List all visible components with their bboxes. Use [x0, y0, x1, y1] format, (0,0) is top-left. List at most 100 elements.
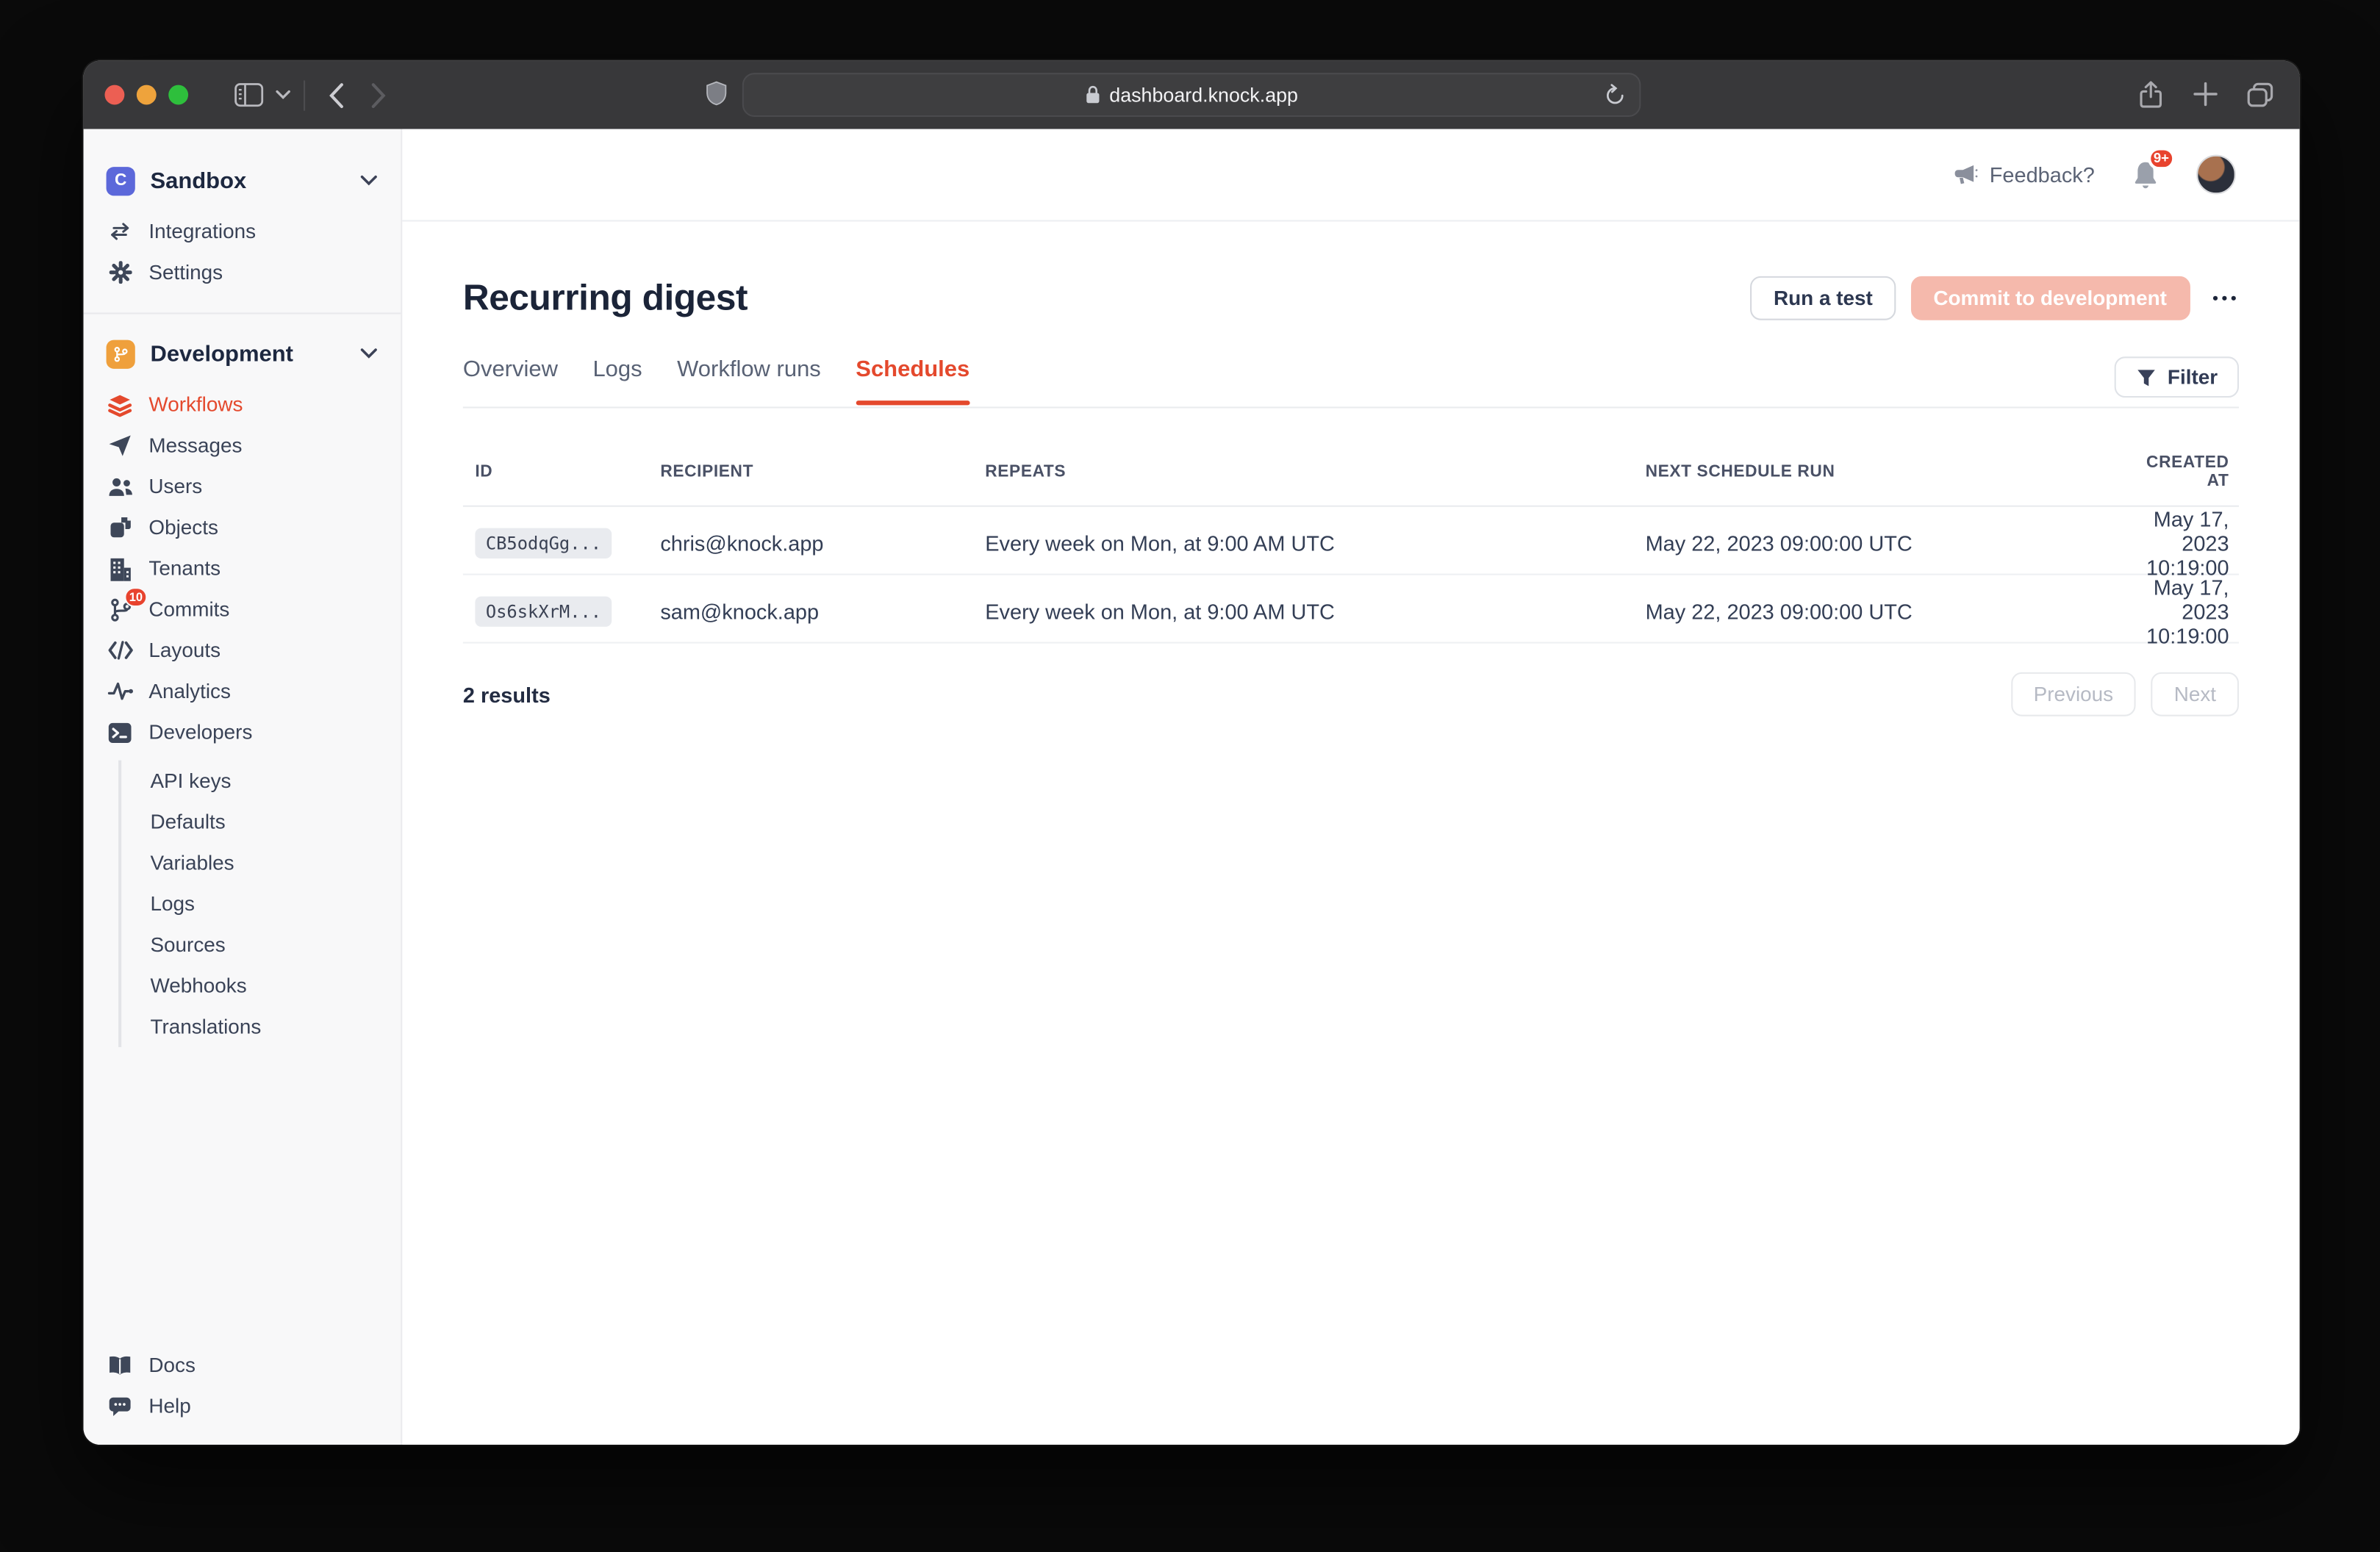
run-a-test-button[interactable]: Run a test	[1751, 276, 1896, 320]
tab-overview-icon[interactable]	[2239, 73, 2282, 115]
sidebar-bottom: Docs Help	[84, 1345, 401, 1445]
lock-icon	[1085, 85, 1100, 105]
more-options-icon[interactable]	[2209, 287, 2239, 310]
column-header-repeats: REPEATS	[973, 448, 1633, 496]
sidebar-item-integrations[interactable]: Integrations	[84, 211, 401, 252]
code-icon	[107, 640, 134, 660]
sidebar-item-messages[interactable]: Messages	[84, 425, 401, 466]
chevron-down-icon	[359, 174, 378, 187]
environment-section-development[interactable]: Development	[84, 335, 401, 372]
sidebar-item-label: Layouts	[148, 639, 221, 661]
tab-schedules[interactable]: Schedules	[856, 356, 969, 402]
chevron-down-icon	[359, 348, 378, 360]
sidebar-subitem-variables[interactable]: Variables	[121, 842, 401, 883]
filter-button[interactable]: Filter	[2115, 356, 2239, 398]
previous-page-button[interactable]: Previous	[2011, 672, 2136, 716]
sidebar-item-layouts[interactable]: Layouts	[84, 630, 401, 671]
sidebar-item-label: Analytics	[148, 680, 231, 703]
next-run-cell: May 22, 2023 09:00:00 UTC	[1633, 600, 2134, 624]
sidebar-item-docs[interactable]: Docs	[84, 1345, 401, 1386]
sidebar-subitem-logs[interactable]: Logs	[121, 883, 401, 924]
tab-workflow-runs[interactable]: Workflow runs	[677, 356, 821, 402]
table-row[interactable]: CB5odqGg... chris@knock.app Every week o…	[463, 507, 2239, 575]
schedule-id-chip[interactable]: CB5odqGg...	[475, 528, 612, 558]
forward-icon[interactable]	[356, 73, 399, 116]
browser-toolbar: dashboard.knock.app	[84, 61, 2300, 129]
recipient-cell: sam@knock.app	[648, 600, 973, 624]
address-bar-area: dashboard.knock.app	[742, 73, 1641, 117]
sidebar-item-label: Messages	[148, 434, 242, 457]
sidebar-subitem-webhooks[interactable]: Webhooks	[121, 965, 401, 1006]
development-badge	[107, 340, 135, 368]
sidebar-subitem-api-keys[interactable]: API keys	[121, 761, 401, 802]
new-tab-icon[interactable]	[2184, 73, 2227, 115]
share-icon[interactable]	[2129, 73, 2172, 115]
toolbar-divider	[304, 79, 305, 109]
reload-icon[interactable]	[1605, 84, 1626, 108]
environment-label: Development	[150, 341, 293, 367]
pagination: Previous Next	[2011, 672, 2239, 716]
zoom-window-button[interactable]	[168, 85, 188, 105]
integrations-icon	[107, 222, 134, 242]
gear-icon	[107, 261, 134, 284]
sidebar-subitem-defaults[interactable]: Defaults	[121, 801, 401, 842]
sidebar-item-objects[interactable]: Objects	[84, 507, 401, 548]
table-row[interactable]: Os6skXrM... sam@knock.app Every week on …	[463, 575, 2239, 644]
title-actions: Run a test Commit to development	[1751, 276, 2239, 320]
git-commit-icon: 10	[107, 597, 134, 622]
tabs-row: Overview Logs Workflow runs Schedules Fi…	[463, 356, 2239, 408]
column-header-recipient: RECIPIENT	[648, 448, 973, 496]
privacy-shield-icon[interactable]	[706, 80, 727, 106]
url-field[interactable]: dashboard.knock.app	[742, 73, 1641, 117]
sidebar-chevron-down-icon[interactable]	[270, 73, 295, 116]
sidebar-item-label: Help	[148, 1395, 190, 1418]
column-header-next-schedule-run: NEXT SCHEDULE RUN	[1633, 448, 2134, 496]
tabs: Overview Logs Workflow runs Schedules	[463, 356, 969, 402]
environment-switcher-sandbox[interactable]: C Sandbox	[84, 162, 401, 199]
feedback-button[interactable]: Feedback?	[1951, 162, 2095, 187]
results-row: 2 results Previous Next	[463, 672, 2239, 716]
objects-icon	[107, 516, 134, 539]
pulse-icon	[107, 681, 134, 701]
back-icon[interactable]	[314, 73, 356, 116]
sidebar-subitem-translations[interactable]: Translations	[121, 1006, 401, 1047]
commit-to-development-button[interactable]: Commit to development	[1910, 276, 2189, 320]
sidebar-item-label: Settings	[148, 261, 223, 284]
sandbox-badge: C	[107, 166, 135, 195]
sidebar-item-settings[interactable]: Settings	[84, 252, 401, 293]
sidebar-item-label: Developers	[148, 721, 252, 744]
close-window-button[interactable]	[104, 85, 124, 105]
avatar[interactable]	[2196, 155, 2236, 195]
sidebar-item-workflows[interactable]: Workflows	[84, 384, 401, 425]
paper-plane-icon	[107, 434, 134, 457]
created-at-cell: May 17, 2023 10:19:00	[2135, 507, 2242, 580]
sidebar-toggle-icon[interactable]	[228, 73, 270, 116]
recipient-cell: chris@knock.app	[648, 531, 973, 556]
commits-count-badge: 10	[125, 586, 148, 606]
notifications-button[interactable]: 9+	[2131, 159, 2159, 190]
funnel-icon	[2136, 367, 2157, 388]
browser-window: dashboard.knock.app	[84, 61, 2300, 1445]
sidebar-item-analytics[interactable]: Analytics	[84, 671, 401, 712]
sidebar-item-tenants[interactable]: Tenants	[84, 548, 401, 589]
sidebar-divider	[84, 312, 401, 314]
workflows-icon	[107, 392, 134, 417]
screenshot-stage: dashboard.knock.app	[0, 0, 2380, 1552]
schedule-id-chip[interactable]: Os6skXrM...	[475, 597, 612, 627]
minimize-window-button[interactable]	[137, 85, 157, 105]
sidebar-item-label: Workflows	[148, 393, 243, 416]
feedback-label: Feedback?	[1990, 162, 2095, 187]
sidebar-item-label: Objects	[148, 516, 218, 539]
app-shell: C Sandbox Integrations	[84, 129, 2300, 1445]
sidebar-item-users[interactable]: Users	[84, 466, 401, 507]
column-header-id: ID	[463, 448, 648, 496]
sidebar-item-help[interactable]: Help	[84, 1385, 401, 1426]
sidebar-subitem-sources[interactable]: Sources	[121, 924, 401, 966]
building-icon	[107, 556, 134, 581]
sidebar-item-developers[interactable]: Developers	[84, 712, 401, 753]
next-page-button[interactable]: Next	[2151, 672, 2239, 716]
tab-overview[interactable]: Overview	[463, 356, 558, 402]
tab-logs[interactable]: Logs	[592, 356, 642, 402]
chat-bubble-icon	[107, 1395, 134, 1417]
sidebar-item-commits[interactable]: 10 Commits	[84, 589, 401, 630]
